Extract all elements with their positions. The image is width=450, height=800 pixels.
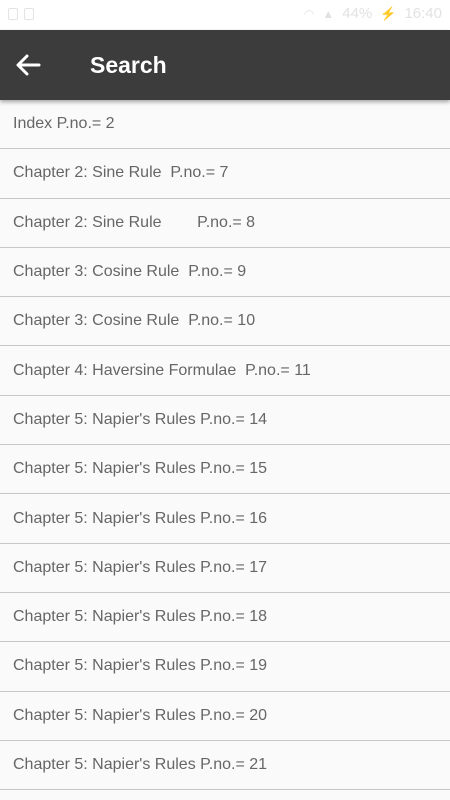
list-item-label: Chapter 5: Napier's Rules P.no.= 15 [13, 460, 268, 478]
list-item[interactable]: Chapter 5: Napier's Rules P.no.= 17 [0, 543, 450, 593]
list-item[interactable]: Chapter 5: Napier's Rules P.no.= 20 [0, 691, 450, 741]
list-item[interactable]: Chapter 3: Cosine Rule P.no.= 10 [0, 297, 450, 347]
status-left-icons [8, 8, 34, 20]
list-item-label: Chapter 5: Napier's Rules P.no.= 19 [13, 657, 268, 675]
list-item-label: Chapter 2: Sine Rule P.no.= 7 [13, 164, 229, 182]
list-item-label: Chapter 3: Cosine Rule P.no.= 10 [13, 312, 256, 330]
list-item[interactable]: Chapter 5: Napier's Rules P.no.= 15 [0, 445, 450, 495]
list-item-label: Chapter 5: Napier's Rules P.no.= 17 [13, 558, 268, 576]
list-item-label: Chapter 5: Napier's Rules P.no.= 18 [13, 608, 268, 626]
list-item-label: Index P.no.= 2 [13, 115, 115, 133]
list-item[interactable]: Chapter 3: Cosine Rule P.no.= 9 [0, 247, 450, 298]
list-item[interactable]: Chapter 5: Napier's Rules P.no.= 19 [0, 642, 450, 692]
list-item[interactable]: Index P.no.= 2 [0, 100, 450, 150]
list-item[interactable]: Chapter 2: Sine Rule P.no.= 8 [0, 198, 450, 248]
list-item-label: Chapter 3: Cosine Rule P.no.= 9 [13, 263, 247, 281]
arrow-left-icon [16, 54, 41, 76]
status-right: ◠ ▲ 44% ⚡ 16:40 [304, 5, 442, 22]
list-item-label: Chapter 5: Napier's Rules P.no.= 14 [13, 410, 268, 428]
clock: 16:40 [404, 5, 442, 22]
wifi-icon: ◠ [303, 6, 315, 21]
search-results-list: Index P.no.= 2 Chapter 2: Sine Rule P.no… [0, 100, 450, 791]
image-icon [8, 8, 18, 20]
list-item[interactable]: Chapter 5: Napier's Rules P.no.= 18 [0, 592, 450, 643]
back-button[interactable] [14, 51, 44, 79]
app-bar: Search [0, 30, 450, 100]
charging-icon: ⚡ [380, 5, 397, 21]
list-item-label: Chapter 4: Haversine Formulae P.no.= 11 [13, 361, 311, 379]
notification-icon [24, 8, 34, 20]
signal-icon: ▲ [322, 6, 335, 21]
list-item-label: Chapter 5: Napier's Rules P.no.= 21 [13, 756, 268, 773]
list-item[interactable]: Chapter 2: Sine Rule P.no.= 7 [0, 149, 450, 199]
battery-percent: 44% [342, 5, 373, 22]
list-item-label: Chapter 5: Napier's Rules P.no.= 20 [13, 706, 268, 724]
page-title: Search [90, 52, 167, 78]
list-item-label: Chapter 2: Sine Rule P.no.= 8 [13, 213, 256, 231]
list-item[interactable]: Chapter 5: Napier's Rules P.no.= 16 [0, 494, 450, 544]
list-item[interactable]: Chapter 4: Haversine Formulae P.no.= 11 [0, 346, 450, 396]
status-bar: ◠ ▲ 44% ⚡ 16:40 [0, 0, 450, 30]
list-item[interactable]: Chapter 5: Napier's Rules P.no.= 21 [0, 740, 450, 791]
list-item[interactable]: Chapter 5: Napier's Rules P.no.= 14 [0, 395, 450, 446]
list-item-label: Chapter 5: Napier's Rules P.no.= 16 [13, 509, 268, 527]
